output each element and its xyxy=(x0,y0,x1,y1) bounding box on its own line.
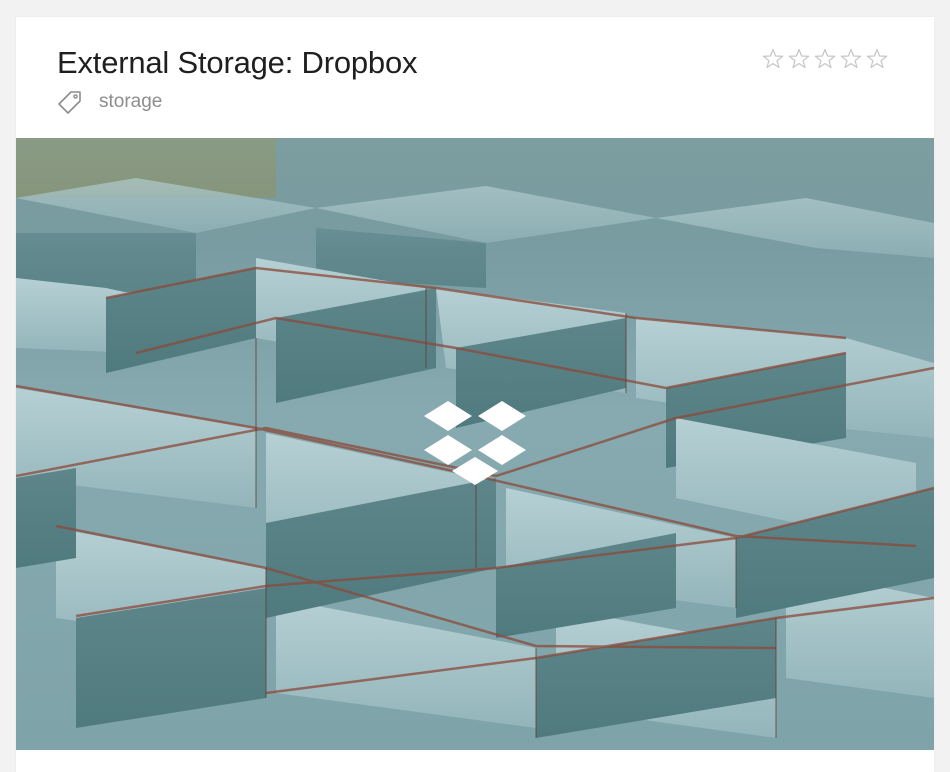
star-outline-icon[interactable] xyxy=(812,47,838,71)
star-outline-icon[interactable] xyxy=(786,47,812,71)
hero-image[interactable] xyxy=(16,138,934,750)
star-outline-icon[interactable] xyxy=(864,47,890,71)
tag-link[interactable]: storage xyxy=(57,89,162,115)
tag-label: storage xyxy=(99,91,163,112)
app-title: External Storage: Dropbox xyxy=(57,45,418,80)
star-rating[interactable] xyxy=(760,47,890,71)
dropbox-logo-icon xyxy=(424,401,526,485)
star-outline-icon[interactable] xyxy=(838,47,864,71)
tag-icon xyxy=(58,91,81,114)
card-header: External Storage: Dropbox storage xyxy=(16,17,934,138)
star-outline-icon[interactable] xyxy=(760,47,786,71)
app-card[interactable]: External Storage: Dropbox storage xyxy=(16,17,934,772)
